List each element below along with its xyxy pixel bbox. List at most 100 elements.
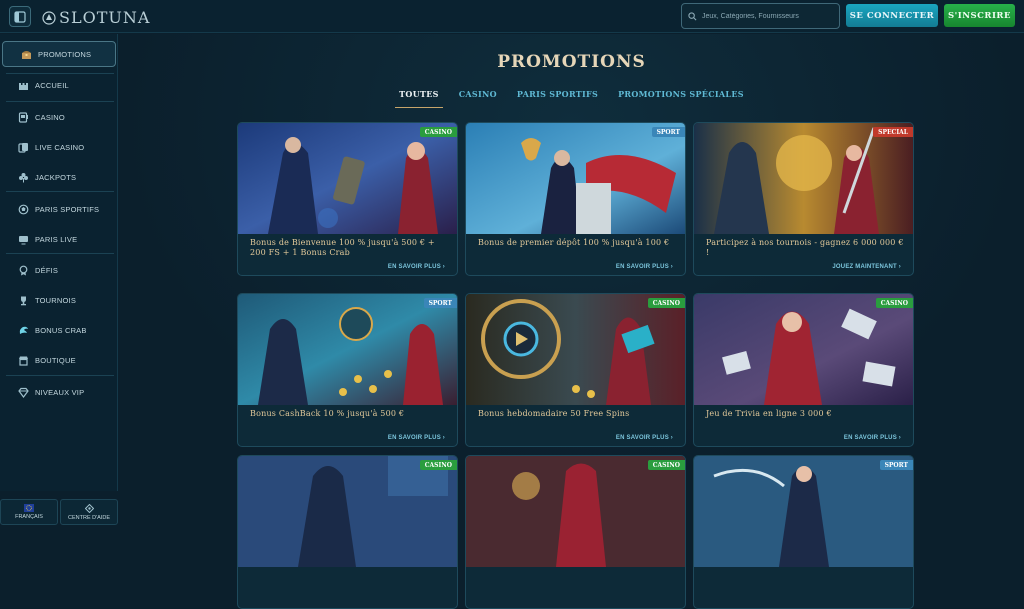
sidebar-divider	[6, 253, 114, 254]
promo-card-trivia[interactable]: CASINO Jeu de Trivia en ligne 3 000 € EN…	[693, 293, 914, 447]
promo-card-title: Bonus de premier dépôt 100 % jusqu'à 100…	[478, 238, 670, 247]
help-label: CENTRE D'AIDE	[68, 514, 110, 521]
sidebar-item-label: BOUTIQUE	[35, 355, 76, 365]
promo-card-art	[466, 294, 685, 405]
login-button[interactable]: SE CONNECTER	[846, 4, 938, 27]
sidebar-item-jackpots[interactable]: JACKPOTS	[0, 164, 118, 190]
main-content: PROMOTIONS TOUTES CASINO PARIS SPORTIFS …	[119, 34, 1024, 609]
search-input[interactable]	[702, 12, 832, 20]
help-center-button[interactable]: CENTRE D'AIDE	[60, 499, 118, 525]
sidebar-item-label: PARIS LIVE	[35, 234, 78, 244]
tab-toutes[interactable]: TOUTES	[389, 89, 449, 108]
sidebar-item-label: TOURNOIS	[35, 295, 77, 305]
sidebar-item-paris-live[interactable]: PARIS LIVE	[0, 226, 118, 252]
promo-tabs: TOUTES CASINO PARIS SPORTIFS PROMOTIONS …	[119, 89, 1024, 108]
sidebar-item-label: BONUS CRAB	[35, 325, 87, 335]
tab-casino[interactable]: CASINO	[449, 89, 507, 103]
eu-flag-icon	[24, 504, 34, 512]
tab-paris-sportifs[interactable]: PARIS SPORTIFS	[507, 89, 608, 103]
play-now-link[interactable]: JOUEZ MAINTENANT ›	[832, 264, 901, 270]
screen-icon	[18, 234, 29, 245]
learn-more-link[interactable]: EN SAVOIR PLUS ›	[616, 435, 673, 441]
sidebar-item-accueil[interactable]: ACCUEIL	[0, 72, 118, 98]
sidebar-item-defis[interactable]: DÉFIS	[0, 257, 118, 283]
promo-card-title: Jeu de Trivia en ligne 3 000 €	[706, 409, 832, 418]
sidebar-divider	[6, 375, 114, 376]
promo-card[interactable]: SPORT	[693, 455, 914, 609]
cards-icon	[18, 142, 29, 153]
learn-more-link[interactable]: EN SAVOIR PLUS ›	[388, 435, 445, 441]
category-badge: CASINO	[647, 298, 685, 308]
category-badge: SPORT	[879, 460, 913, 470]
sidebar-item-label: NIVEAUX VIP	[35, 387, 85, 397]
sidebar-item-casino[interactable]: CASINO	[0, 104, 118, 130]
sidebar-item-label: LIVE CASINO	[35, 142, 85, 152]
sidebar-item-label: JACKPOTS	[35, 172, 77, 182]
tab-promotions-speciales[interactable]: PROMOTIONS SPÉCIALES	[608, 89, 754, 103]
promo-card-art	[694, 456, 913, 567]
category-badge: CASINO	[647, 460, 685, 470]
promo-card-cashback[interactable]: SPORT Bonus CashBack 10 % jusqu'à 500 € …	[237, 293, 458, 447]
promo-card-art	[238, 123, 457, 234]
castle-icon	[18, 80, 29, 91]
sidebar-item-label: ACCUEIL	[35, 80, 69, 90]
sidebar-item-niveaux-vip[interactable]: NIVEAUX VIP	[0, 379, 118, 405]
promo-card-art	[694, 294, 913, 405]
category-badge: SPORT	[423, 298, 457, 308]
promo-card[interactable]: CASINO	[465, 455, 686, 609]
sidebar-toggle-button[interactable]	[9, 6, 31, 27]
sidebar-item-bonus-crab[interactable]: BONUS CRAB	[0, 317, 118, 343]
promo-card-art	[238, 456, 457, 567]
promo-card-tournaments[interactable]: SPECIAL Participez à nos tournois - gagn…	[693, 122, 914, 276]
logo-text: SLOTUNA	[59, 8, 151, 27]
promo-card-weekly-spins[interactable]: CASINO Bonus hebdomadaire 50 Free Spins …	[465, 293, 686, 447]
sidebar-item-boutique[interactable]: BOUTIQUE	[0, 347, 118, 373]
ball-icon	[18, 204, 29, 215]
medal-icon	[18, 265, 29, 276]
trophy-icon	[18, 295, 29, 306]
sidebar-item-promotions[interactable]: PROMOTIONS	[2, 41, 116, 67]
sidebar-item-label: PARIS SPORTIFS	[35, 204, 100, 214]
sidebar-item-tournois[interactable]: TOURNOIS	[0, 287, 118, 313]
logo-emblem-icon	[42, 10, 56, 25]
learn-more-link[interactable]: EN SAVOIR PLUS ›	[388, 264, 445, 270]
sidebar-item-label: DÉFIS	[35, 265, 59, 275]
page-title: PROMOTIONS	[497, 52, 646, 72]
shop-icon	[18, 355, 29, 366]
diamond-icon	[18, 387, 29, 398]
claw-icon	[18, 325, 29, 336]
sidebar-item-label: CASINO	[35, 112, 65, 122]
treasure-chest-icon	[21, 49, 32, 60]
category-badge: SPORT	[651, 127, 685, 137]
search-box[interactable]	[681, 3, 840, 29]
language-label: FRANÇAIS	[15, 514, 43, 520]
promo-card-art	[466, 123, 685, 234]
site-logo[interactable]: SLOTUNA	[42, 8, 150, 27]
promo-card-first-deposit[interactable]: SPORT Bonus de premier dépôt 100 % jusqu…	[465, 122, 686, 276]
category-badge: CASINO	[419, 460, 457, 470]
language-selector[interactable]: FRANÇAIS	[0, 499, 58, 525]
sidebar: PROMOTIONS ACCUEIL CASINO LIVE CASINO JA…	[0, 34, 118, 525]
promo-card-title: Participez à nos tournois - gagnez 6 000…	[706, 238, 904, 257]
sidebar-toggle-icon	[14, 10, 26, 23]
sidebar-divider	[6, 101, 114, 102]
learn-more-link[interactable]: EN SAVOIR PLUS ›	[616, 264, 673, 270]
promo-card-art	[466, 456, 685, 567]
promo-card[interactable]: CASINO	[237, 455, 458, 609]
sidebar-item-live-casino[interactable]: LIVE CASINO	[0, 134, 118, 160]
category-badge: SPECIAL	[873, 127, 913, 137]
sidebar-item-paris-sportifs[interactable]: PARIS SPORTIFS	[0, 196, 118, 222]
search-icon	[688, 11, 697, 20]
slot-machine-icon	[18, 111, 29, 123]
clover-icon	[18, 172, 29, 183]
promo-card-art	[694, 123, 913, 234]
promo-card-title: Bonus CashBack 10 % jusqu'à 500 €	[250, 409, 405, 418]
promo-card-title: Bonus de Bienvenue 100 % jusqu'à 500 € +…	[250, 238, 435, 257]
promo-card-art	[238, 294, 457, 405]
promo-card-title: Bonus hebdomadaire 50 Free Spins	[478, 409, 630, 418]
category-badge: CASINO	[875, 298, 913, 308]
learn-more-link[interactable]: EN SAVOIR PLUS ›	[844, 435, 901, 441]
register-button[interactable]: S'INSCRIRE	[944, 4, 1015, 27]
sidebar-divider	[6, 191, 114, 192]
promo-card-welcome-bonus[interactable]: CASINO Bonus de Bienvenue 100 % jusqu'à …	[237, 122, 458, 276]
